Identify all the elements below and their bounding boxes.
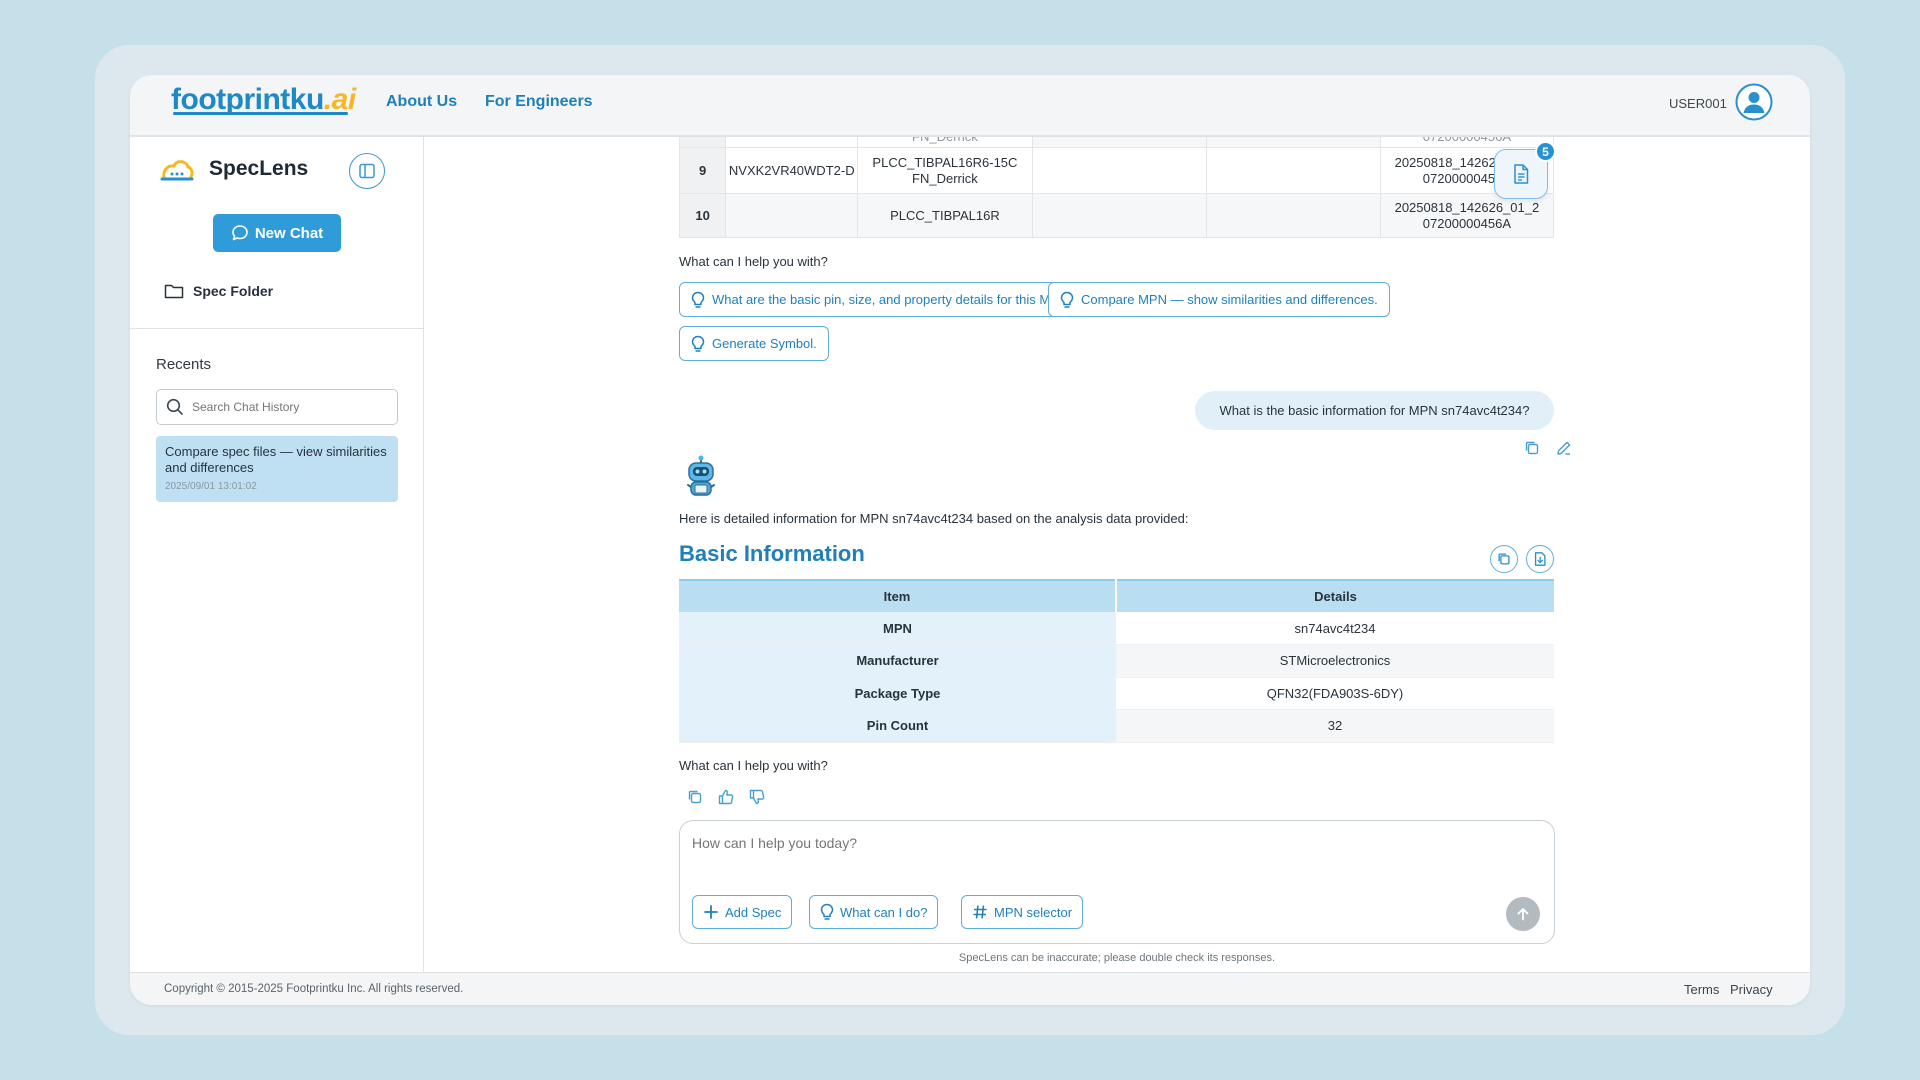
footer: Copyright © 2015-2025 Footprintku Inc. A…	[130, 972, 1810, 1005]
help-prompt-2: What can I help you with?	[679, 758, 828, 773]
export-table-button[interactable]	[1526, 545, 1554, 573]
suggestion-chip-basic-details[interactable]: What are the basic pin, size, and proper…	[679, 282, 1088, 317]
thumbs-down-icon[interactable]	[748, 788, 766, 806]
brand-name: SpecLens	[209, 157, 309, 180]
table-header-row: Item Details	[679, 579, 1554, 612]
lightbulb-icon	[691, 335, 705, 352]
sidebar-toggle-icon	[359, 163, 375, 179]
answer-intro-text: Here is detailed information for MPN sn7…	[679, 511, 1189, 526]
suggestion-chip-generate-symbol[interactable]: Generate Symbol.	[679, 326, 829, 361]
folder-icon	[164, 284, 184, 299]
recent-chat-date: 2025/09/01 13:01:02	[165, 481, 257, 492]
arrow-up-icon	[1517, 908, 1529, 921]
chat-history-search[interactable]	[156, 389, 398, 425]
copy-response-icon[interactable]	[686, 788, 704, 806]
speclens-logo-icon	[160, 160, 194, 181]
robot-assistant-icon	[687, 455, 715, 496]
basic-information-heading: Basic Information	[679, 541, 865, 566]
table-row: 9 NVXK2VR40WDT2-D PLCC_TIBPAL16R6-15C FN_…	[678, 147, 1555, 194]
terms-link[interactable]: Terms	[1684, 982, 1719, 997]
edit-pencil-icon[interactable]	[1555, 439, 1573, 457]
search-icon	[166, 398, 183, 415]
basic-information-table: Item Details MPN sn74avc4t234 Manufactur…	[679, 579, 1554, 743]
footprintku-logo[interactable]: footprintku.ai	[171, 83, 356, 117]
column-header-item: Item	[679, 579, 1117, 612]
column-header-details: Details	[1116, 579, 1554, 612]
document-icon	[1514, 164, 1529, 184]
lightbulb-icon	[691, 291, 705, 308]
spec-folder-link[interactable]: Spec Folder	[164, 282, 273, 300]
table-row: 10 PLCC_TIBPAL16R 20250818_142626_01_2 07…	[678, 193, 1555, 238]
copy-icon[interactable]	[1523, 439, 1541, 457]
document-count-badge: 5	[1535, 141, 1556, 162]
table-row: Pin Count 32	[679, 709, 1554, 743]
export-document-icon	[1534, 552, 1546, 566]
add-spec-button[interactable]: Add Spec	[692, 895, 793, 929]
mpn-selector-button[interactable]: MPN selector	[961, 895, 1084, 929]
recents-heading: Recents	[156, 356, 212, 373]
collapse-sidebar-button[interactable]	[349, 153, 385, 189]
chat-bubble-icon	[232, 225, 248, 241]
copyright-text: Copyright © 2015-2025 Footprintku Inc. A…	[164, 983, 464, 995]
disclaimer-text: SpecLens can be inaccurate; please doubl…	[958, 952, 1276, 964]
user-name: USER001	[1669, 96, 1727, 111]
recent-chat-item[interactable]: Compare spec files — view similarities a…	[156, 436, 398, 502]
search-input[interactable]	[192, 400, 382, 414]
hash-icon	[973, 905, 987, 919]
recent-chat-title: Compare spec files — view similarities a…	[165, 444, 387, 475]
app-window: footprintku.ai About Us For Engineers US…	[130, 75, 1810, 1005]
lightbulb-icon	[1060, 291, 1074, 308]
lightbulb-icon	[820, 903, 834, 920]
message-input[interactable]	[692, 835, 1532, 875]
privacy-link[interactable]: Privacy	[1730, 982, 1773, 997]
results-table: FN_Derrick 07200000456A 9 NVXK2VR40WDT2-…	[678, 137, 1555, 238]
top-header: footprintku.ai About Us For Engineers US…	[130, 75, 1810, 137]
nav-about-us[interactable]: About Us	[386, 93, 457, 111]
sidebar: SpecLens New Chat Spec Folder Recents Se…	[130, 137, 424, 972]
thumbs-up-icon[interactable]	[717, 788, 735, 806]
nav-for-engineers[interactable]: For Engineers	[485, 93, 593, 111]
table-row: Package Type QFN32(FDA903S-6DY)	[679, 677, 1554, 710]
sidebar-divider	[130, 328, 424, 329]
table-row: MPN sn74avc4t234	[679, 612, 1554, 645]
user-message-bubble: What is the basic information for MPN sn…	[1195, 391, 1554, 430]
what-can-i-do-button[interactable]: What can I do?	[809, 895, 939, 929]
chat-main-area: FN_Derrick 07200000456A 9 NVXK2VR40WDT2-…	[425, 137, 1810, 972]
table-row: FN_Derrick 07200000456A	[678, 137, 1555, 148]
copy-table-button[interactable]	[1490, 545, 1518, 573]
suggestion-chip-compare-mpn[interactable]: Compare MPN — show similarities and diff…	[1048, 282, 1390, 317]
plus-icon	[704, 905, 718, 919]
new-chat-button[interactable]: New Chat	[213, 214, 341, 252]
message-composer: Add Spec What can I do? MPN selector	[679, 820, 1555, 944]
help-prompt: What can I help you with?	[679, 254, 828, 269]
table-row: Manufacturer STMicroelectronics	[679, 644, 1554, 678]
copy-icon	[1498, 553, 1510, 565]
user-avatar-icon[interactable]	[1735, 83, 1773, 121]
send-button[interactable]	[1506, 897, 1540, 931]
